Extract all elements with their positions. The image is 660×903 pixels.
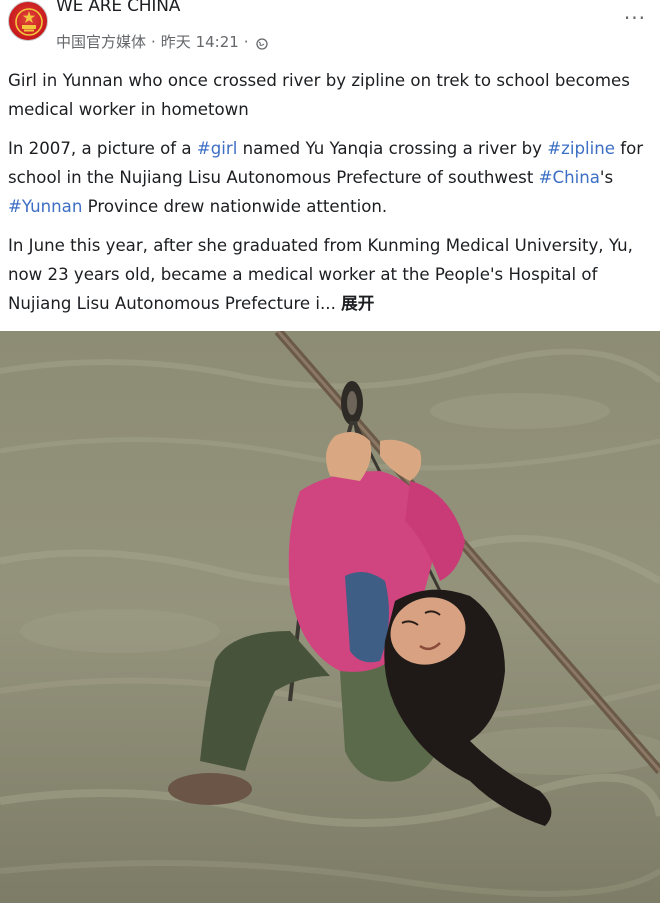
page-avatar[interactable] <box>8 1 48 41</box>
meta-separator-2: · <box>243 32 249 51</box>
post-header: WE ARE CHINA 中国官方媒体 · 昨天 14:21 · ··· <box>0 0 660 60</box>
para2-text-b: named Yu Yanqia crossing a river by <box>237 139 548 158</box>
post-photo[interactable] <box>0 331 660 903</box>
hashtag-yunnan[interactable]: #Yunnan <box>8 197 82 216</box>
hashtag-girl[interactable]: #girl <box>197 139 237 158</box>
para2-text-d: 's <box>599 168 614 187</box>
post-headline: Girl in Yunnan who once crossed river by… <box>8 71 630 119</box>
post-paragraph-2: In 2007, a picture of a #girl named Yu Y… <box>8 134 648 221</box>
para2-text-a: In 2007, a picture of a <box>8 139 197 158</box>
facebook-post: WE ARE CHINA 中国官方媒体 · 昨天 14:21 · ··· Gir… <box>0 0 660 903</box>
para3-text: In June this year, after she graduated f… <box>8 236 633 313</box>
post-meta: 中国官方媒体 · 昨天 14:21 · <box>56 31 268 52</box>
page-name[interactable]: WE ARE CHINA <box>56 0 180 16</box>
page-subtitle: 中国官方媒体 <box>56 33 147 51</box>
hashtag-china[interactable]: #China <box>539 168 600 187</box>
china-emblem-icon <box>15 8 43 36</box>
meta-separator: · <box>151 32 156 51</box>
see-more-link[interactable]: 展开 <box>341 294 374 313</box>
post-paragraph-3: In June this year, after she graduated f… <box>8 231 648 318</box>
zipline-girl-photo <box>0 331 660 903</box>
more-options-icon[interactable]: ··· <box>624 8 646 28</box>
para2-text-e: Province drew nationwide attention. <box>82 197 388 216</box>
hashtag-zipline[interactable]: #zipline <box>547 139 615 158</box>
globe-icon <box>255 36 268 50</box>
post-timestamp[interactable]: 昨天 14:21 <box>161 31 239 52</box>
